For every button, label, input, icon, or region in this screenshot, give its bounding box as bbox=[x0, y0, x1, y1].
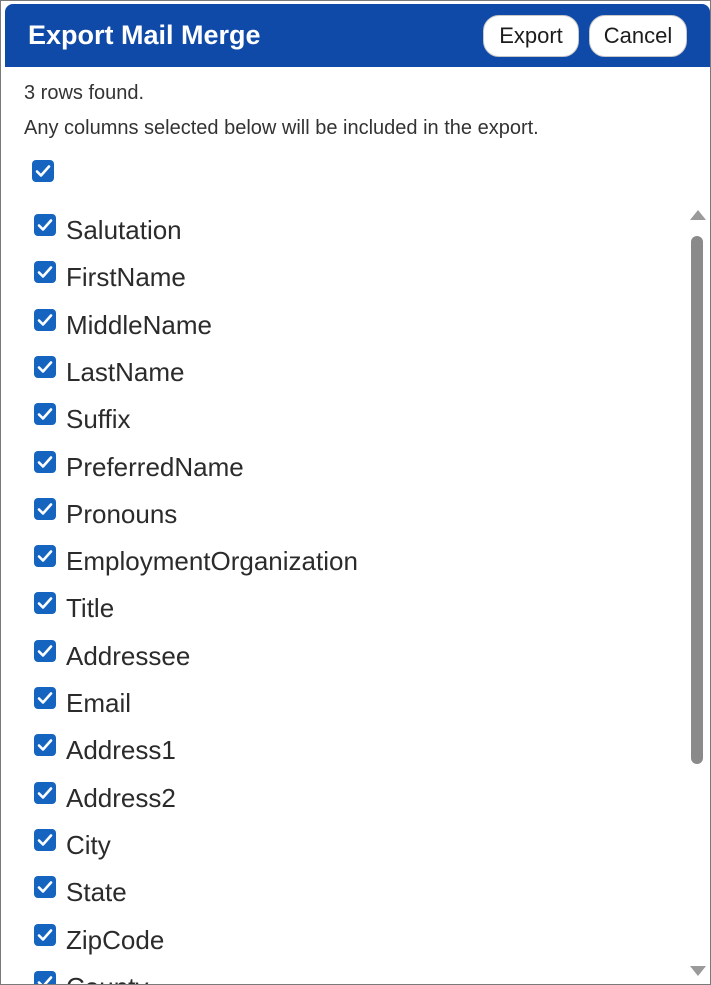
column-checkbox[interactable] bbox=[34, 261, 56, 284]
column-item[interactable]: LastName bbox=[34, 351, 674, 391]
column-list: Salutation FirstName MiddleName LastName Suf… bbox=[1, 199, 687, 984]
checkmark-icon bbox=[37, 266, 53, 279]
checkmark-icon bbox=[37, 408, 53, 420]
column-checkbox[interactable] bbox=[34, 639, 56, 662]
select-all-checkbox[interactable] bbox=[32, 160, 54, 182]
column-checkbox[interactable] bbox=[34, 450, 56, 473]
export-button[interactable]: Export bbox=[483, 15, 579, 57]
checkmark-icon bbox=[37, 361, 53, 373]
cancel-button[interactable]: Cancel bbox=[589, 15, 687, 57]
column-checkbox[interactable] bbox=[34, 876, 56, 899]
column-item[interactable]: Suffix bbox=[34, 398, 674, 438]
dialog-header: Export Mail Merge Export Cancel bbox=[5, 4, 710, 67]
checkmark-icon bbox=[37, 644, 53, 657]
column-checkbox[interactable] bbox=[34, 403, 56, 426]
column-checkbox[interactable] bbox=[34, 308, 56, 331]
scroll-up-arrow-icon[interactable] bbox=[690, 210, 706, 220]
column-label: LastName bbox=[66, 356, 185, 387]
column-checkbox[interactable] bbox=[34, 592, 56, 615]
column-label: Pronouns bbox=[66, 498, 178, 529]
checkmark-icon bbox=[37, 692, 53, 704]
column-item[interactable]: MiddleName bbox=[34, 304, 674, 344]
column-label: County bbox=[66, 972, 148, 984]
column-label: Address2 bbox=[66, 782, 176, 813]
column-label: FirstName bbox=[66, 262, 186, 293]
export-mail-merge-dialog: Export Mail Merge Export Cancel 3 rows f… bbox=[0, 0, 711, 985]
column-checkbox[interactable] bbox=[34, 497, 56, 520]
column-label: EmploymentOrganization bbox=[66, 546, 358, 577]
column-item[interactable]: FirstName bbox=[34, 256, 674, 296]
column-label: ZipCode bbox=[66, 924, 165, 955]
column-checkbox[interactable] bbox=[34, 214, 56, 236]
dialog-title: Export Mail Merge bbox=[28, 20, 261, 50]
checkmark-icon bbox=[37, 739, 53, 752]
column-item[interactable]: County bbox=[34, 966, 674, 984]
checkmark-icon bbox=[37, 455, 53, 468]
column-checkbox[interactable] bbox=[34, 687, 56, 709]
checkmark-icon bbox=[35, 165, 51, 177]
column-label: Title bbox=[66, 593, 115, 624]
column-checkbox[interactable] bbox=[34, 828, 56, 851]
column-checkbox[interactable] bbox=[34, 355, 56, 378]
column-item[interactable]: Pronouns bbox=[34, 493, 674, 533]
column-checkbox[interactable] bbox=[34, 781, 56, 804]
instructions-text: Any columns selected below will be inclu… bbox=[24, 117, 539, 139]
column-checkbox[interactable] bbox=[34, 970, 56, 984]
column-item[interactable]: Email bbox=[34, 682, 674, 722]
column-label: State bbox=[66, 877, 127, 908]
checkmark-icon bbox=[37, 597, 53, 610]
column-item[interactable]: ZipCode bbox=[34, 919, 674, 959]
rows-found-text: 3 rows found. bbox=[24, 82, 145, 104]
checkmark-icon bbox=[37, 975, 53, 984]
column-item[interactable]: Addressee bbox=[34, 635, 674, 675]
column-item[interactable]: Salutation bbox=[34, 209, 674, 249]
checkmark-icon bbox=[37, 881, 53, 893]
column-item[interactable]: EmploymentOrganization bbox=[34, 540, 674, 580]
checkmark-icon bbox=[37, 786, 53, 799]
column-item[interactable]: Address1 bbox=[34, 729, 674, 769]
scrollbar-thumb[interactable] bbox=[691, 236, 703, 764]
column-label: PreferredName bbox=[66, 451, 244, 482]
column-checkbox[interactable] bbox=[34, 545, 56, 568]
checkmark-icon bbox=[37, 550, 53, 562]
column-label: Salutation bbox=[66, 215, 182, 245]
column-item[interactable]: State bbox=[34, 871, 674, 911]
checkmark-icon bbox=[37, 928, 53, 941]
column-label: Addressee bbox=[66, 640, 191, 671]
checkmark-icon bbox=[37, 313, 53, 326]
checkmark-icon bbox=[37, 502, 53, 515]
column-checkbox[interactable] bbox=[34, 734, 56, 757]
column-label: Suffix bbox=[66, 404, 131, 435]
column-item[interactable]: City bbox=[34, 824, 674, 864]
scrollbar[interactable] bbox=[687, 204, 709, 984]
column-item[interactable]: Title bbox=[34, 587, 674, 627]
column-item[interactable]: PreferredName bbox=[34, 446, 674, 486]
checkmark-icon bbox=[37, 834, 53, 846]
column-label: MiddleName bbox=[66, 309, 212, 340]
scroll-down-arrow-icon[interactable] bbox=[690, 966, 706, 976]
column-checkbox[interactable] bbox=[34, 923, 56, 946]
column-label: Address1 bbox=[66, 735, 176, 766]
column-item[interactable]: Address2 bbox=[34, 777, 674, 817]
column-label: Email bbox=[66, 688, 132, 718]
checkmark-icon bbox=[37, 219, 53, 231]
column-label: City bbox=[66, 829, 111, 860]
